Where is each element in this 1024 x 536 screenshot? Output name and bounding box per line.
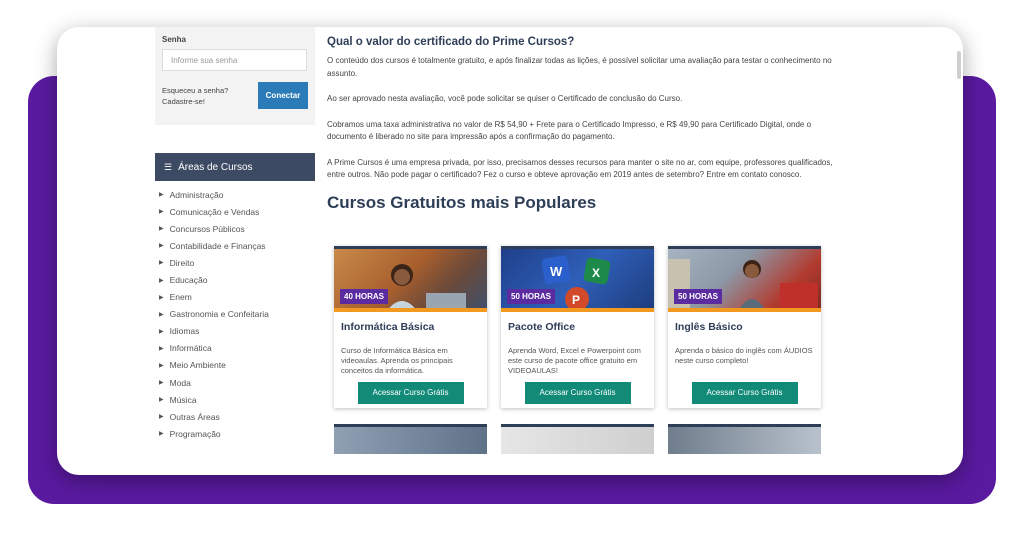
course-title: Inglês Básico <box>675 321 743 333</box>
caret-right-icon: ▶ <box>159 414 164 421</box>
sidebar-item[interactable]: ▶ Educação <box>159 271 315 288</box>
access-course-button[interactable]: Acessar Curso Grátis <box>691 382 798 404</box>
hours-badge: 50 HORAS <box>674 289 723 304</box>
course-card-ingles[interactable]: 50 HORAS Inglês Básico Aprenda o básico … <box>668 246 821 408</box>
sidebar-item[interactable]: ▶ Gastronomia e Confeitaria <box>159 306 315 323</box>
sidebar-item[interactable]: ▶ Informática <box>159 340 315 357</box>
password-label: Senha <box>162 35 187 44</box>
course-description: Curso de Informática Básica em videoaula… <box>341 346 453 375</box>
forgot-password-link[interactable]: Esqueceu a senha? <box>162 85 228 96</box>
svg-text:W: W <box>550 264 563 279</box>
hours-badge: 40 HORAS <box>340 289 389 304</box>
paragraph-4: A Prime Cursos é uma empresa privada, po… <box>327 157 833 180</box>
course-card-partial[interactable] <box>334 424 487 454</box>
caret-right-icon: ▶ <box>159 431 164 438</box>
signup-link[interactable]: Cadastre-se! <box>162 96 228 107</box>
paragraph-2: Ao ser aprovado nesta avaliação, você po… <box>327 94 683 103</box>
caret-right-icon: ▶ <box>159 209 164 216</box>
connect-button[interactable]: Conectar <box>258 82 308 109</box>
popular-courses-title: Cursos Gratuitos mais Populares <box>327 192 597 212</box>
caret-right-icon: ▶ <box>159 260 164 267</box>
sidebar: Senha Informe sua senha Esqueceu a senha… <box>155 27 315 475</box>
course-card-office[interactable]: W X P 50 HORAS Pacote Office Aprenda Wor… <box>501 246 654 408</box>
sidebar-item[interactable]: ▶ Outras Áreas <box>159 408 315 425</box>
caret-right-icon: ▶ <box>159 243 164 250</box>
areas-list: ▶ Administração ▶ Comunicação e Vendas ▶ Co… <box>155 186 315 442</box>
caret-right-icon: ▶ <box>159 397 164 404</box>
caret-right-icon: ▶ <box>159 277 164 284</box>
sidebar-item[interactable]: ▶ Contabilidade e Finanças <box>159 237 315 254</box>
caret-right-icon: ▶ <box>159 294 164 301</box>
course-thumbnail: 50 HORAS <box>668 246 821 312</box>
course-title: Informática Básica <box>341 321 435 333</box>
course-card-informatica[interactable]: 40 HORAS Informática Básica Curso de Inf… <box>334 246 487 408</box>
course-description: Aprenda Word, Excel e Powerpoint com est… <box>508 346 641 375</box>
sidebar-item[interactable]: ▶ Comunicação e Vendas <box>159 203 315 220</box>
areas-title: Áreas de Cursos <box>178 161 253 173</box>
caret-right-icon: ▶ <box>159 362 164 369</box>
sidebar-item[interactable]: ▶ Moda <box>159 374 315 391</box>
sidebar-item[interactable]: ▶ Direito <box>159 254 315 271</box>
course-thumbnail: 40 HORAS <box>334 246 487 312</box>
sidebar-item[interactable]: ▶ Administração <box>159 186 315 203</box>
course-thumbnail: W X P 50 HORAS <box>501 246 654 312</box>
login-box: Senha Informe sua senha Esqueceu a senha… <box>155 27 315 125</box>
course-title: Pacote Office <box>508 321 576 333</box>
thumb-accent-bar <box>668 308 821 312</box>
sidebar-item[interactable]: ▶ Meio Ambiente <box>159 357 315 374</box>
svg-text:X: X <box>592 266 600 280</box>
thumb-accent-bar <box>334 308 487 312</box>
course-card-partial[interactable] <box>668 424 821 454</box>
sidebar-item[interactable]: ▶ Música <box>159 391 315 408</box>
hours-badge: 50 HORAS <box>507 289 556 304</box>
sidebar-item[interactable]: ▶ Concursos Públicos <box>159 220 315 237</box>
main-content: Qual o valor do certificado do Prime Cur… <box>327 27 837 213</box>
areas-header: ☰ Áreas de Cursos <box>155 153 315 181</box>
list-icon: ☰ <box>164 161 173 172</box>
vertical-scrollbar[interactable] <box>957 51 961 79</box>
sidebar-item[interactable]: ▶ Programação <box>159 425 315 442</box>
caret-right-icon: ▶ <box>159 345 164 352</box>
certificate-question-title: Qual o valor do certificado do Prime Cur… <box>327 36 575 48</box>
paragraph-1: O conteúdo dos cursos é totalmente gratu… <box>327 56 832 78</box>
sidebar-item[interactable]: ▶ Idiomas <box>159 323 315 340</box>
access-course-button[interactable]: Acessar Curso Grátis <box>357 382 464 404</box>
caret-right-icon: ▶ <box>159 380 164 387</box>
access-course-button[interactable]: Acessar Curso Grátis <box>524 382 631 404</box>
course-card-partial[interactable] <box>501 424 654 454</box>
login-actions: Esqueceu a senha? Cadastre-se! Conectar <box>162 82 308 109</box>
thumb-accent-bar <box>501 308 654 312</box>
password-input[interactable]: Informe sua senha <box>162 49 307 71</box>
login-links: Esqueceu a senha? Cadastre-se! <box>162 82 228 109</box>
course-description: Aprenda o básico do inglês com ÁUDIOS ne… <box>675 346 813 365</box>
svg-text:P: P <box>572 293 580 307</box>
screenshot-stage: Senha Informe sua senha Esqueceu a senha… <box>0 0 1024 536</box>
caret-right-icon: ▶ <box>159 311 164 318</box>
caret-right-icon: ▶ <box>159 328 164 335</box>
caret-right-icon: ▶ <box>159 226 164 233</box>
paragraph-3: Cobramos uma taxa administrativa no valo… <box>327 119 812 142</box>
caret-right-icon: ▶ <box>159 192 164 199</box>
sidebar-item[interactable]: ▶ Enem <box>159 289 315 306</box>
